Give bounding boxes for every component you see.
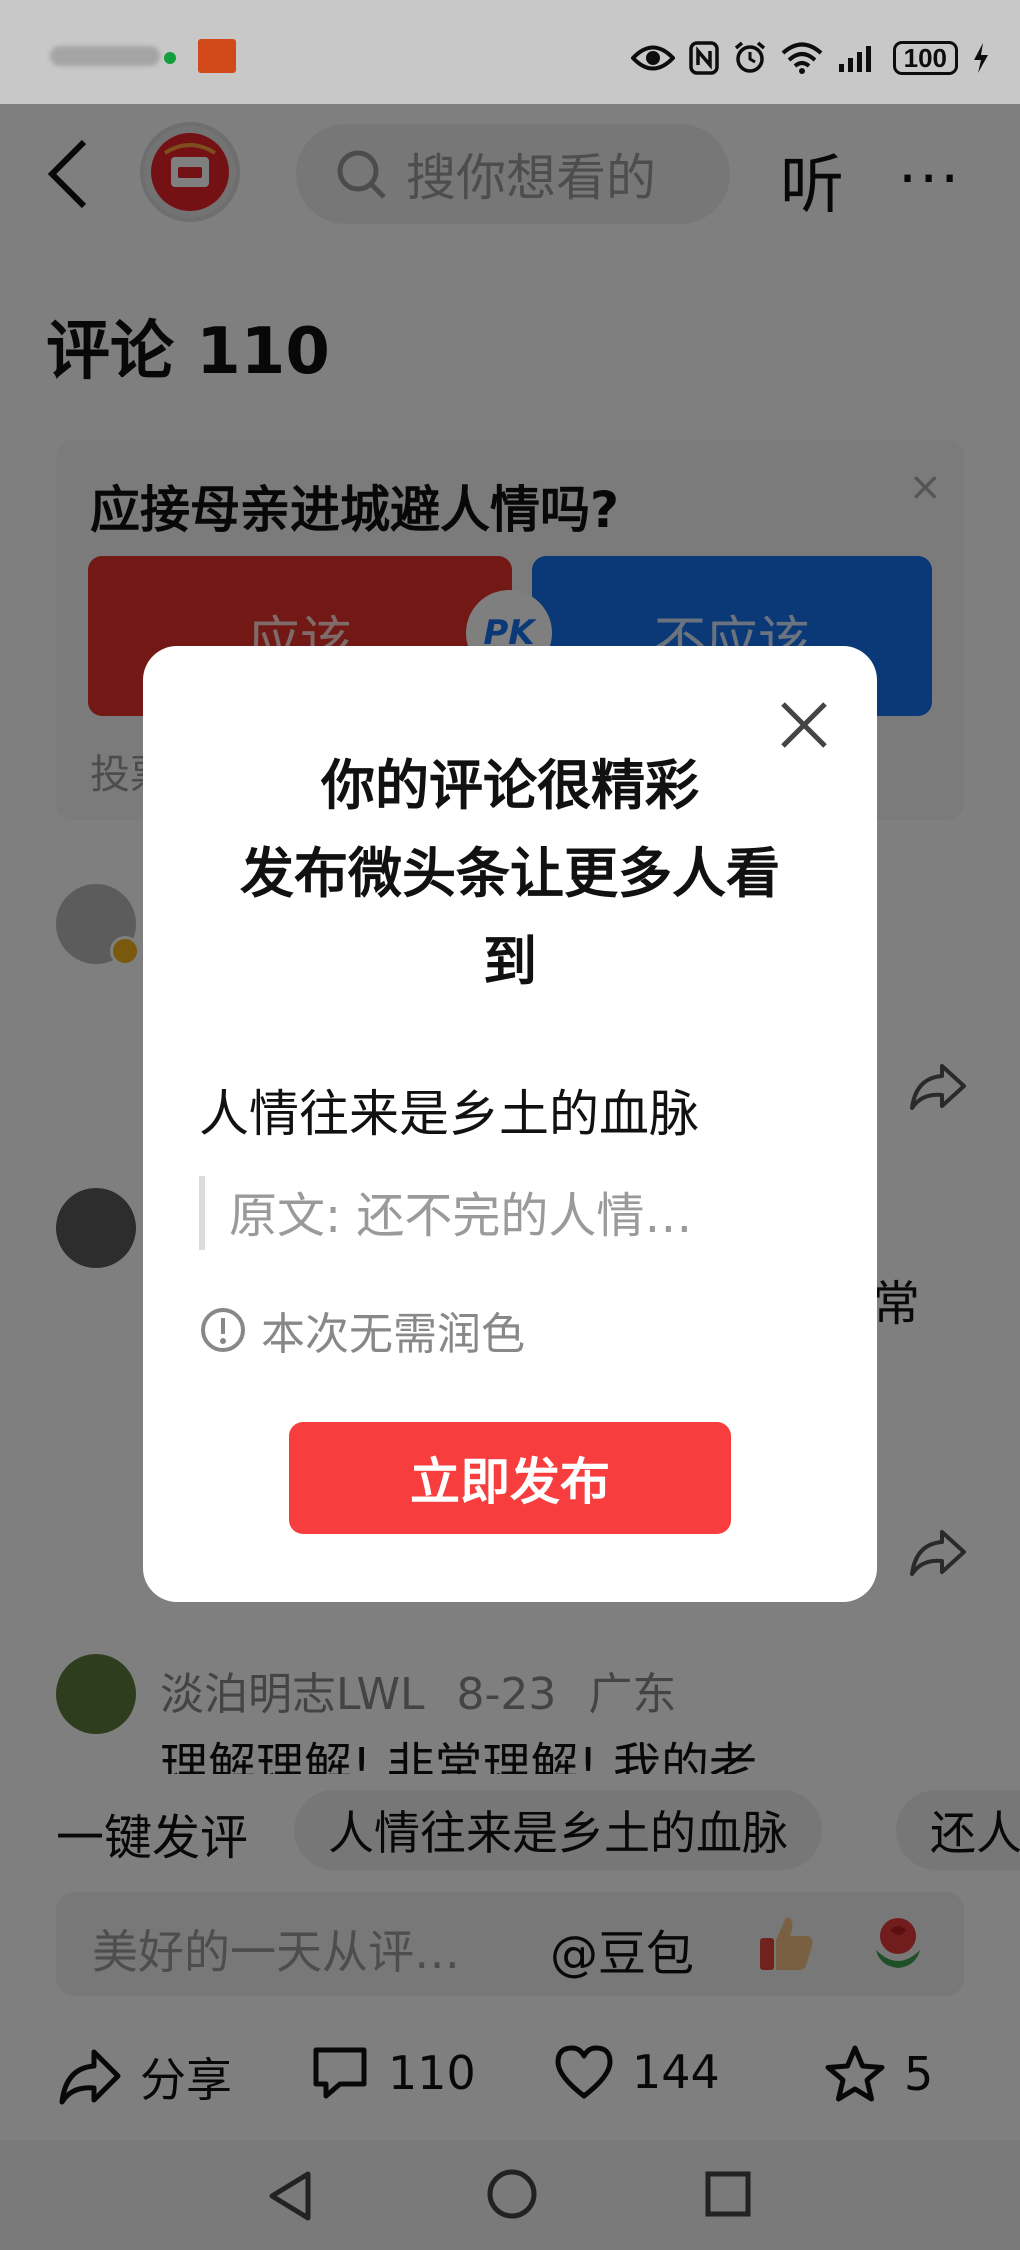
nav-back-icon	[269, 2171, 311, 2221]
publish-dialog: 你的评论很精彩 发布微头条让更多人看 到 人情往来是乡土的血脉 原文: 还不完的…	[143, 646, 877, 1602]
post-text: 人情往来是乡土的血脉	[199, 1085, 699, 1143]
nav-back-button[interactable]	[262, 2168, 322, 2224]
dialog-title-line: 到	[483, 930, 537, 993]
dialog-title: 你的评论很精彩 发布微头条让更多人看 到	[143, 742, 877, 1006]
dialog-title-line: 发布微头条让更多人看	[240, 842, 780, 905]
nav-home-icon	[487, 2169, 537, 2219]
original-quote: 原文: 还不完的人情…	[199, 1176, 799, 1250]
system-nav-bar	[0, 2140, 1020, 2250]
dialog-title-line: 你的评论很精彩	[321, 754, 699, 817]
nav-recents-icon	[705, 2171, 751, 2217]
publish-now-button[interactable]: 立即发布	[289, 1422, 731, 1534]
polish-hint: 本次无需润色	[199, 1298, 525, 1362]
polish-hint-text: 本次无需润色	[261, 1309, 525, 1360]
nav-home-button[interactable]	[484, 2166, 540, 2222]
status-bar-dim	[0, 0, 1020, 104]
info-icon	[201, 1308, 245, 1352]
nav-recents-button[interactable]	[702, 2168, 754, 2220]
